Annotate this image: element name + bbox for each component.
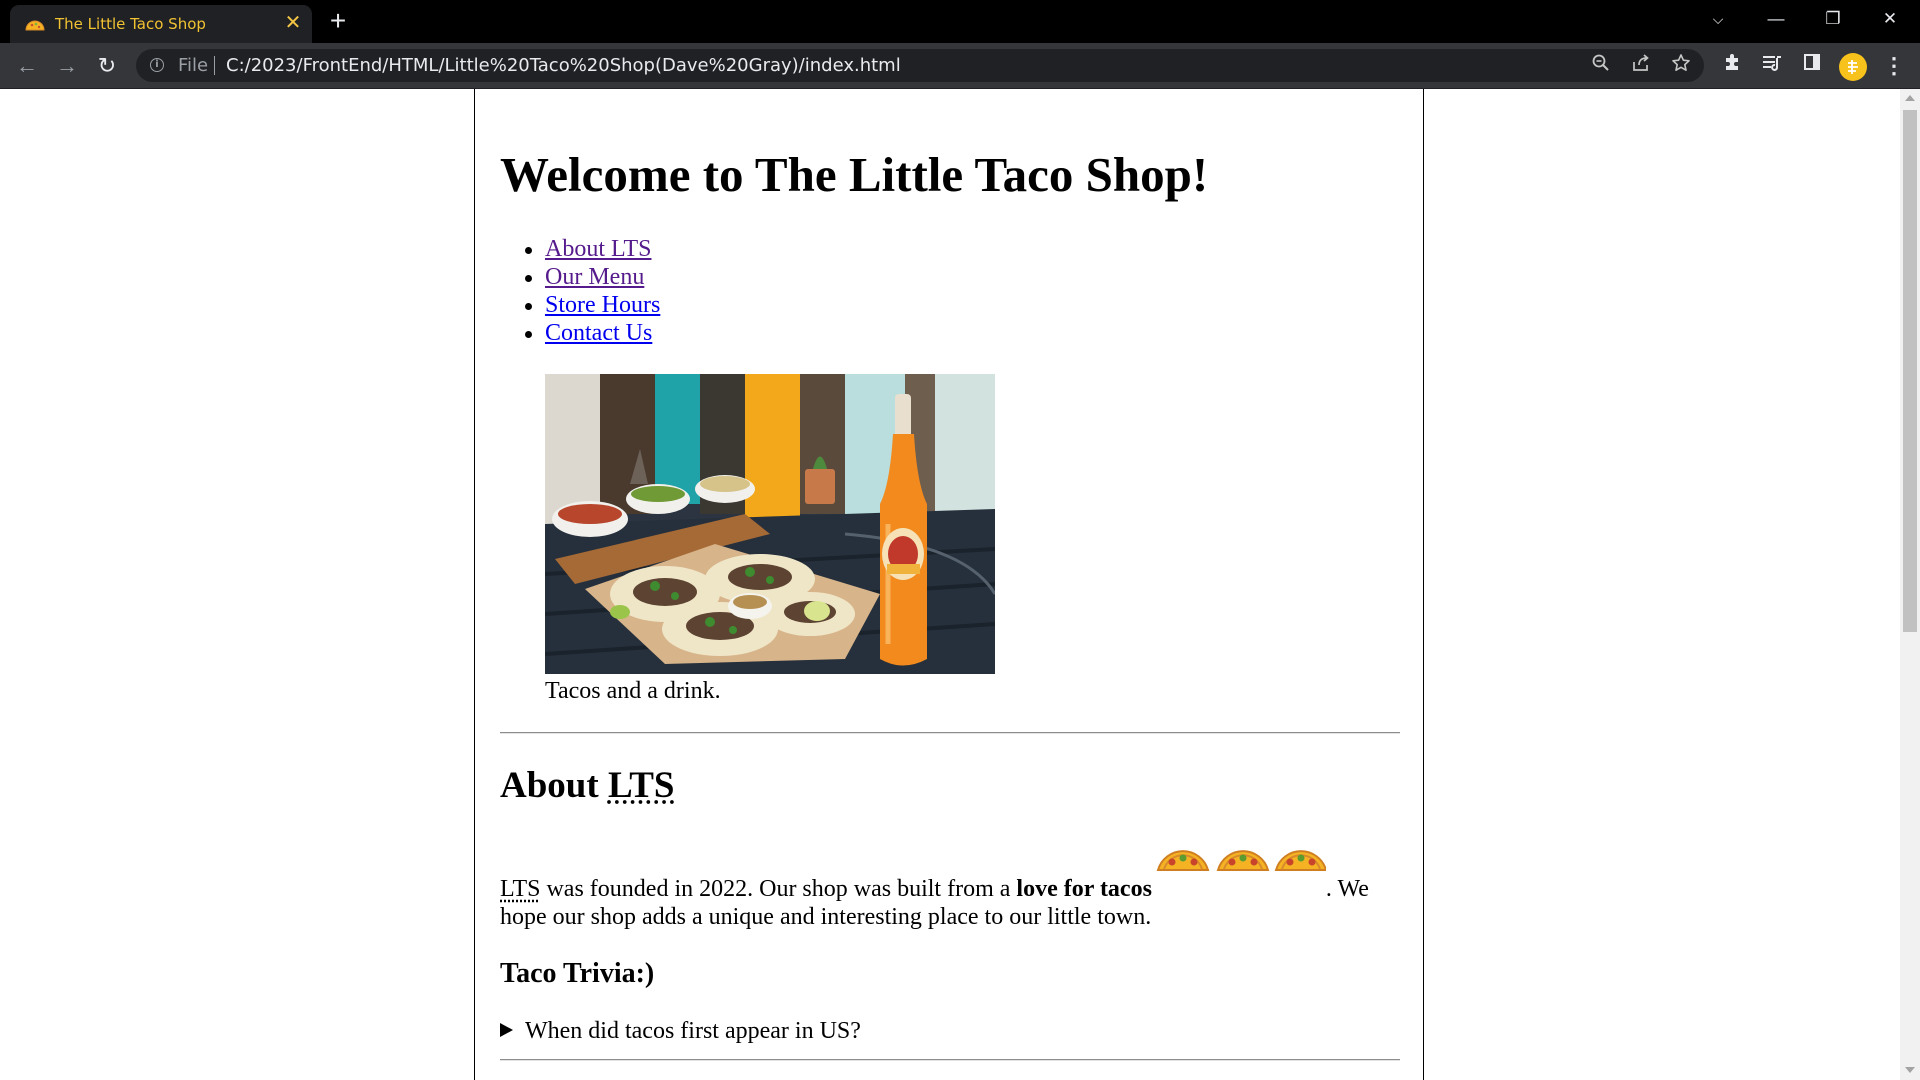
disclosure-triangle-icon[interactable] (500, 1023, 513, 1037)
nav-link-contact[interactable]: Contact Us (545, 320, 652, 346)
profile-avatar[interactable] (1839, 53, 1867, 81)
nav-item: Our Menu (524, 263, 660, 291)
menu-icon[interactable]: ⋮ (1880, 52, 1908, 80)
page-title: Welcome to The Little Taco Shop! (500, 147, 1209, 202)
page-viewport: Welcome to The Little Taco Shop! About L… (0, 89, 1900, 1080)
zoom-icon[interactable] (1588, 53, 1614, 79)
site-nav: About LTS Our Menu Store Hours Contact U… (524, 235, 660, 347)
forward-button[interactable]: → (52, 51, 82, 81)
reading-list-icon[interactable] (1758, 52, 1786, 80)
address-bar[interactable]: i File C:/2023/FrontEnd/HTML/Little%20Ta… (136, 49, 1704, 82)
info-icon[interactable]: i (150, 58, 164, 72)
bookmark-star-icon[interactable] (1668, 53, 1694, 79)
trivia-question: When did tacos first appear in US? (525, 1018, 861, 1044)
taco-emoji-group (1152, 850, 1326, 898)
trivia-details-summary[interactable]: When did tacos first appear in US? (500, 1018, 861, 1045)
close-window-button[interactable]: ✕ (1870, 4, 1910, 34)
taco-favicon-icon (24, 16, 46, 32)
taco-emoji-icon (1274, 850, 1326, 871)
reload-button[interactable]: ↻ (92, 51, 122, 81)
hero-image (545, 374, 995, 674)
section-divider (500, 1059, 1400, 1061)
taco-emoji-icon (1156, 850, 1210, 871)
about-heading-abbr: LTS (607, 765, 675, 806)
tab-close-icon[interactable]: ✕ (282, 12, 304, 34)
extensions-icon[interactable] (1718, 52, 1746, 80)
nav-link-about[interactable]: About LTS (545, 236, 651, 262)
about-heading: About LTS (500, 764, 675, 807)
scroll-up-arrow-icon[interactable] (1905, 95, 1915, 101)
side-panel-icon[interactable] (1798, 52, 1826, 80)
restore-button[interactable]: ❐ (1813, 4, 1853, 34)
nav-item: Store Hours (524, 291, 660, 319)
section-divider (500, 732, 1400, 734)
tab-strip: The Little Taco Shop ✕ + ⌵ — ❐ ✕ (0, 0, 1920, 43)
share-icon[interactable] (1628, 53, 1654, 79)
nav-item: About LTS (524, 235, 660, 263)
taco-emoji-icon (1216, 850, 1270, 871)
vertical-scrollbar[interactable] (1900, 89, 1920, 1080)
tab-title: The Little Taco Shop (55, 15, 206, 33)
new-tab-button[interactable]: + (325, 6, 351, 36)
about-text-1: was founded in 2022. Our shop was built … (540, 876, 1017, 902)
nav-link-hours[interactable]: Store Hours (545, 292, 660, 318)
trivia-heading: Taco Trivia:) (500, 958, 655, 989)
url-text[interactable]: C:/2023/FrontEnd/HTML/Little%20Taco%20Sh… (226, 55, 901, 76)
about-paragraph: LTS was founded in 2022. Our shop was bu… (500, 850, 1405, 931)
scheme-divider (214, 56, 215, 75)
scheme-label: File (178, 55, 209, 76)
browser-toolbar: ← → ↻ i File C:/2023/FrontEnd/HTML/Littl… (0, 43, 1920, 89)
nav-item: Contact Us (524, 319, 660, 347)
scroll-thumb[interactable] (1903, 110, 1917, 632)
back-button[interactable]: ← (12, 51, 42, 81)
about-heading-word: About (500, 765, 599, 806)
scroll-down-arrow-icon[interactable] (1905, 1067, 1915, 1073)
active-tab[interactable]: The Little Taco Shop ✕ (10, 5, 312, 43)
hero-caption: Tacos and a drink. (545, 678, 721, 704)
love-for-tacos: love for tacos (1016, 876, 1152, 902)
minimize-button[interactable]: — (1756, 4, 1796, 34)
tab-search-chevron-icon[interactable]: ⌵ (1698, 4, 1738, 34)
main-content: Welcome to The Little Taco Shop! About L… (474, 89, 1424, 1080)
lts-abbr: LTS (500, 876, 541, 902)
nav-link-menu[interactable]: Our Menu (545, 264, 644, 290)
